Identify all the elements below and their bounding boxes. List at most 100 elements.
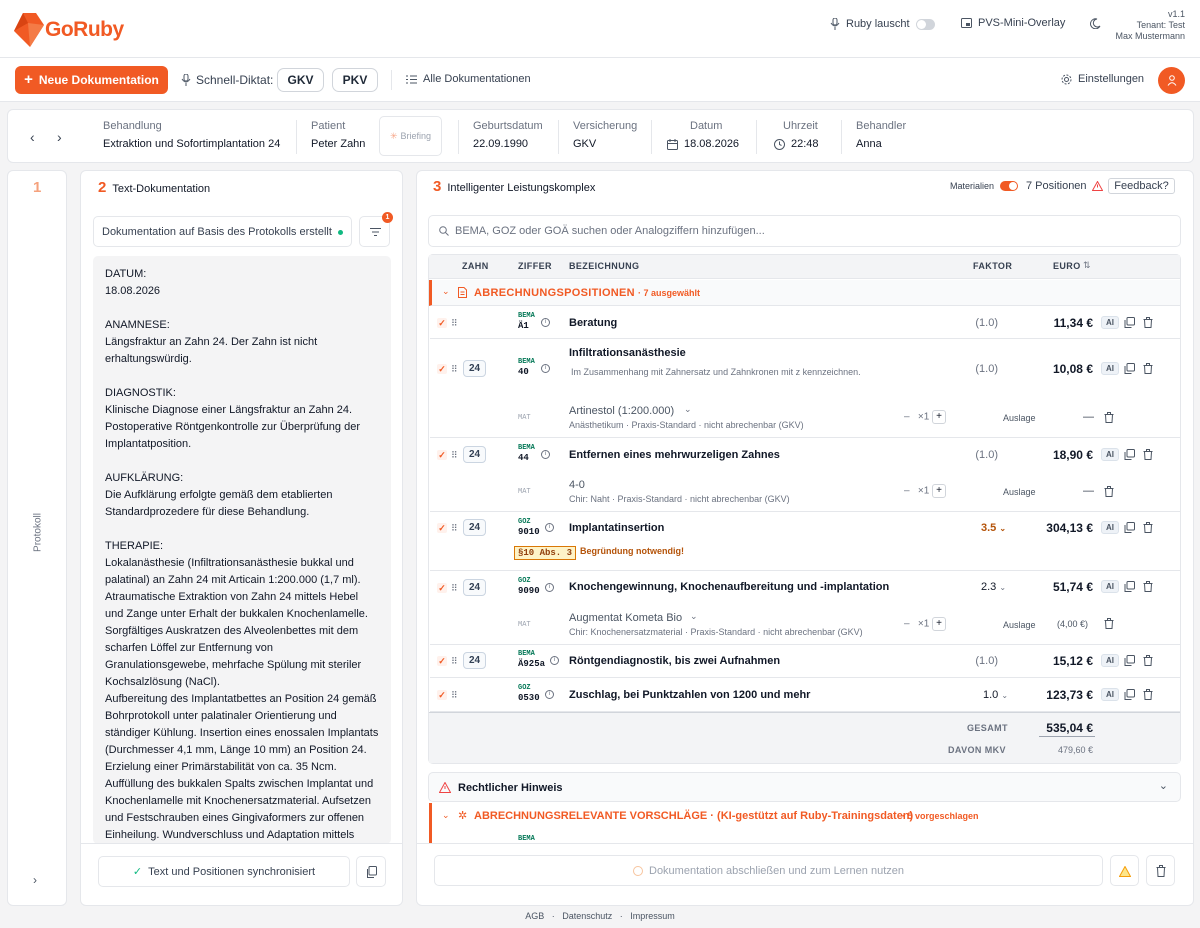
factor-select[interactable]: 3.5 ⌄ (981, 522, 1006, 534)
trash-icon[interactable] (1143, 689, 1154, 700)
finish-documentation-button[interactable]: Dokumentation abschließen und zum Lernen… (434, 855, 1103, 886)
filter-button[interactable]: 1 (359, 212, 393, 247)
info-icon[interactable]: i (541, 450, 550, 459)
ai-button[interactable]: AI (1101, 521, 1119, 534)
feedback-button[interactable]: Feedback? (1108, 178, 1175, 194)
avatar[interactable] (1158, 67, 1185, 94)
protocol-label[interactable]: Protokoll (33, 509, 44, 557)
trash-icon[interactable] (1143, 581, 1154, 592)
time-field[interactable]: 22:48 (774, 138, 819, 150)
copy-icon[interactable] (1124, 522, 1135, 533)
plus-icon[interactable]: + (932, 484, 947, 498)
suggestion-row[interactable]: BEMA (429, 830, 1180, 843)
imprint-link[interactable]: Impressum (630, 911, 675, 921)
ai-button[interactable]: AI (1101, 688, 1119, 701)
trash-icon[interactable] (1143, 522, 1154, 533)
drag-handle-icon[interactable]: ⠿ (451, 690, 458, 700)
materials-toggle-group[interactable]: Materialien (950, 181, 1019, 191)
material-name[interactable]: Augmentat Kometa Bio (569, 612, 682, 624)
trash-icon[interactable] (1104, 486, 1115, 497)
ai-button[interactable]: AI (1101, 654, 1119, 667)
moon-icon[interactable] (1090, 18, 1101, 29)
trash-icon[interactable] (1143, 449, 1154, 460)
documentation-text-area[interactable]: DATUM: 18.08.2026 ANAMNESE: Längsfraktur… (93, 256, 391, 844)
ai-button[interactable]: AI (1101, 580, 1119, 593)
plus-icon[interactable]: + (932, 410, 947, 424)
copy-icon[interactable] (1124, 449, 1135, 460)
info-icon[interactable]: i (545, 523, 554, 532)
factor-select[interactable]: 2.3 ⌄ (981, 581, 1006, 593)
trash-icon[interactable] (1104, 618, 1115, 629)
copy-icon[interactable] (1124, 655, 1135, 666)
trash-icon[interactable] (1143, 655, 1154, 666)
row-checkbox[interactable]: ✓ (437, 656, 447, 666)
warning-button[interactable] (1110, 855, 1139, 886)
tooth-badge[interactable]: 24 (463, 652, 486, 669)
info-icon[interactable]: i (541, 318, 550, 327)
legal-notice-toggle[interactable]: Rechtlicher Hinweis ⌄ (428, 772, 1181, 802)
tooth-badge[interactable]: 24 (463, 360, 486, 377)
tooth-badge[interactable]: 24 (463, 446, 486, 463)
pvs-overlay-button[interactable]: PVS-Mini-Overlay (961, 17, 1065, 29)
quantity-stepper[interactable]: – ×1 + (904, 617, 947, 631)
documentation-source-select[interactable]: Dokumentation auf Basis des Protokolls e… (93, 216, 352, 247)
delete-button[interactable] (1146, 855, 1175, 886)
prev-button[interactable]: ‹ (30, 129, 35, 145)
insurance-value[interactable]: GKV (573, 138, 596, 150)
row-checkbox[interactable]: ✓ (437, 318, 447, 328)
info-icon[interactable]: i (545, 583, 554, 592)
trash-icon[interactable] (1143, 317, 1154, 328)
drag-handle-icon[interactable]: ⠿ (451, 450, 458, 460)
copy-icon[interactable] (1124, 317, 1135, 328)
chevron-down-icon[interactable]: ⌄ (684, 404, 692, 415)
chevron-down-icon[interactable]: ⌄ (690, 611, 698, 622)
trash-icon[interactable] (1143, 363, 1154, 374)
drag-handle-icon[interactable]: ⠿ (451, 318, 458, 328)
material-name[interactable]: 4-0 (569, 479, 585, 491)
material-name[interactable]: Artinestol (1:200.000) (569, 405, 674, 417)
briefing-button[interactable]: ✳ Briefing (379, 116, 442, 156)
expand-chevron-icon[interactable]: › (33, 873, 37, 887)
sort-icon[interactable]: ⇅ (1083, 260, 1091, 271)
copy-icon[interactable] (1124, 581, 1135, 592)
plus-icon[interactable]: + (932, 617, 947, 631)
ai-button[interactable]: AI (1101, 316, 1119, 329)
drag-handle-icon[interactable]: ⠿ (451, 523, 458, 533)
materials-toggle[interactable] (1000, 181, 1019, 191)
info-icon[interactable]: i (545, 690, 554, 699)
ai-button[interactable]: AI (1101, 448, 1119, 461)
justification-warning[interactable]: Begründung notwendig! (580, 546, 684, 556)
info-icon[interactable]: i (550, 656, 559, 665)
sync-status-button[interactable]: ✓ Text und Positionen synchronisiert (98, 856, 350, 887)
col-euro[interactable]: EURO (1053, 261, 1081, 271)
factor-select[interactable]: 1.0 ⌄ (983, 689, 1008, 701)
row-checkbox[interactable]: ✓ (437, 583, 447, 593)
tooth-badge[interactable]: 24 (463, 519, 486, 536)
row-checkbox[interactable]: ✓ (437, 690, 447, 700)
gkv-button[interactable]: GKV (277, 68, 324, 92)
goruby-logo[interactable]: GoRuby (14, 13, 124, 47)
next-button[interactable]: › (57, 129, 62, 145)
quantity-stepper[interactable]: – ×1 + (904, 410, 947, 424)
new-documentation-button[interactable]: + Neue Dokumentation (15, 66, 168, 94)
ruby-listen-toggle[interactable]: Ruby lauscht (830, 17, 935, 31)
date-field[interactable]: 18.08.2026 (667, 138, 739, 150)
all-documentations-link[interactable]: Alle Dokumentationen (406, 73, 531, 85)
drag-handle-icon[interactable]: ⠿ (451, 583, 458, 593)
quantity-stepper[interactable]: – ×1 + (904, 484, 947, 498)
row-checkbox[interactable]: ✓ (437, 523, 447, 533)
code-search-input[interactable]: BEMA, GOZ oder GOÄ suchen oder Analogzif… (428, 215, 1181, 247)
patient-value[interactable]: Peter Zahn (311, 138, 365, 150)
trash-icon[interactable] (1104, 412, 1115, 423)
drag-handle-icon[interactable]: ⠿ (451, 656, 458, 666)
toggle-switch[interactable] (915, 18, 935, 30)
info-icon[interactable]: i (541, 364, 550, 373)
pkv-button[interactable]: PKV (332, 68, 378, 92)
copy-icon[interactable] (1124, 689, 1135, 700)
row-checkbox[interactable]: ✓ (437, 450, 447, 460)
treatment-value[interactable]: Extraktion und Sofortimplantation 24 (103, 138, 280, 150)
privacy-link[interactable]: Datenschutz (562, 911, 612, 921)
copy-icon[interactable] (1124, 363, 1135, 374)
agb-link[interactable]: AGB (525, 911, 544, 921)
copy-button[interactable] (356, 856, 386, 887)
